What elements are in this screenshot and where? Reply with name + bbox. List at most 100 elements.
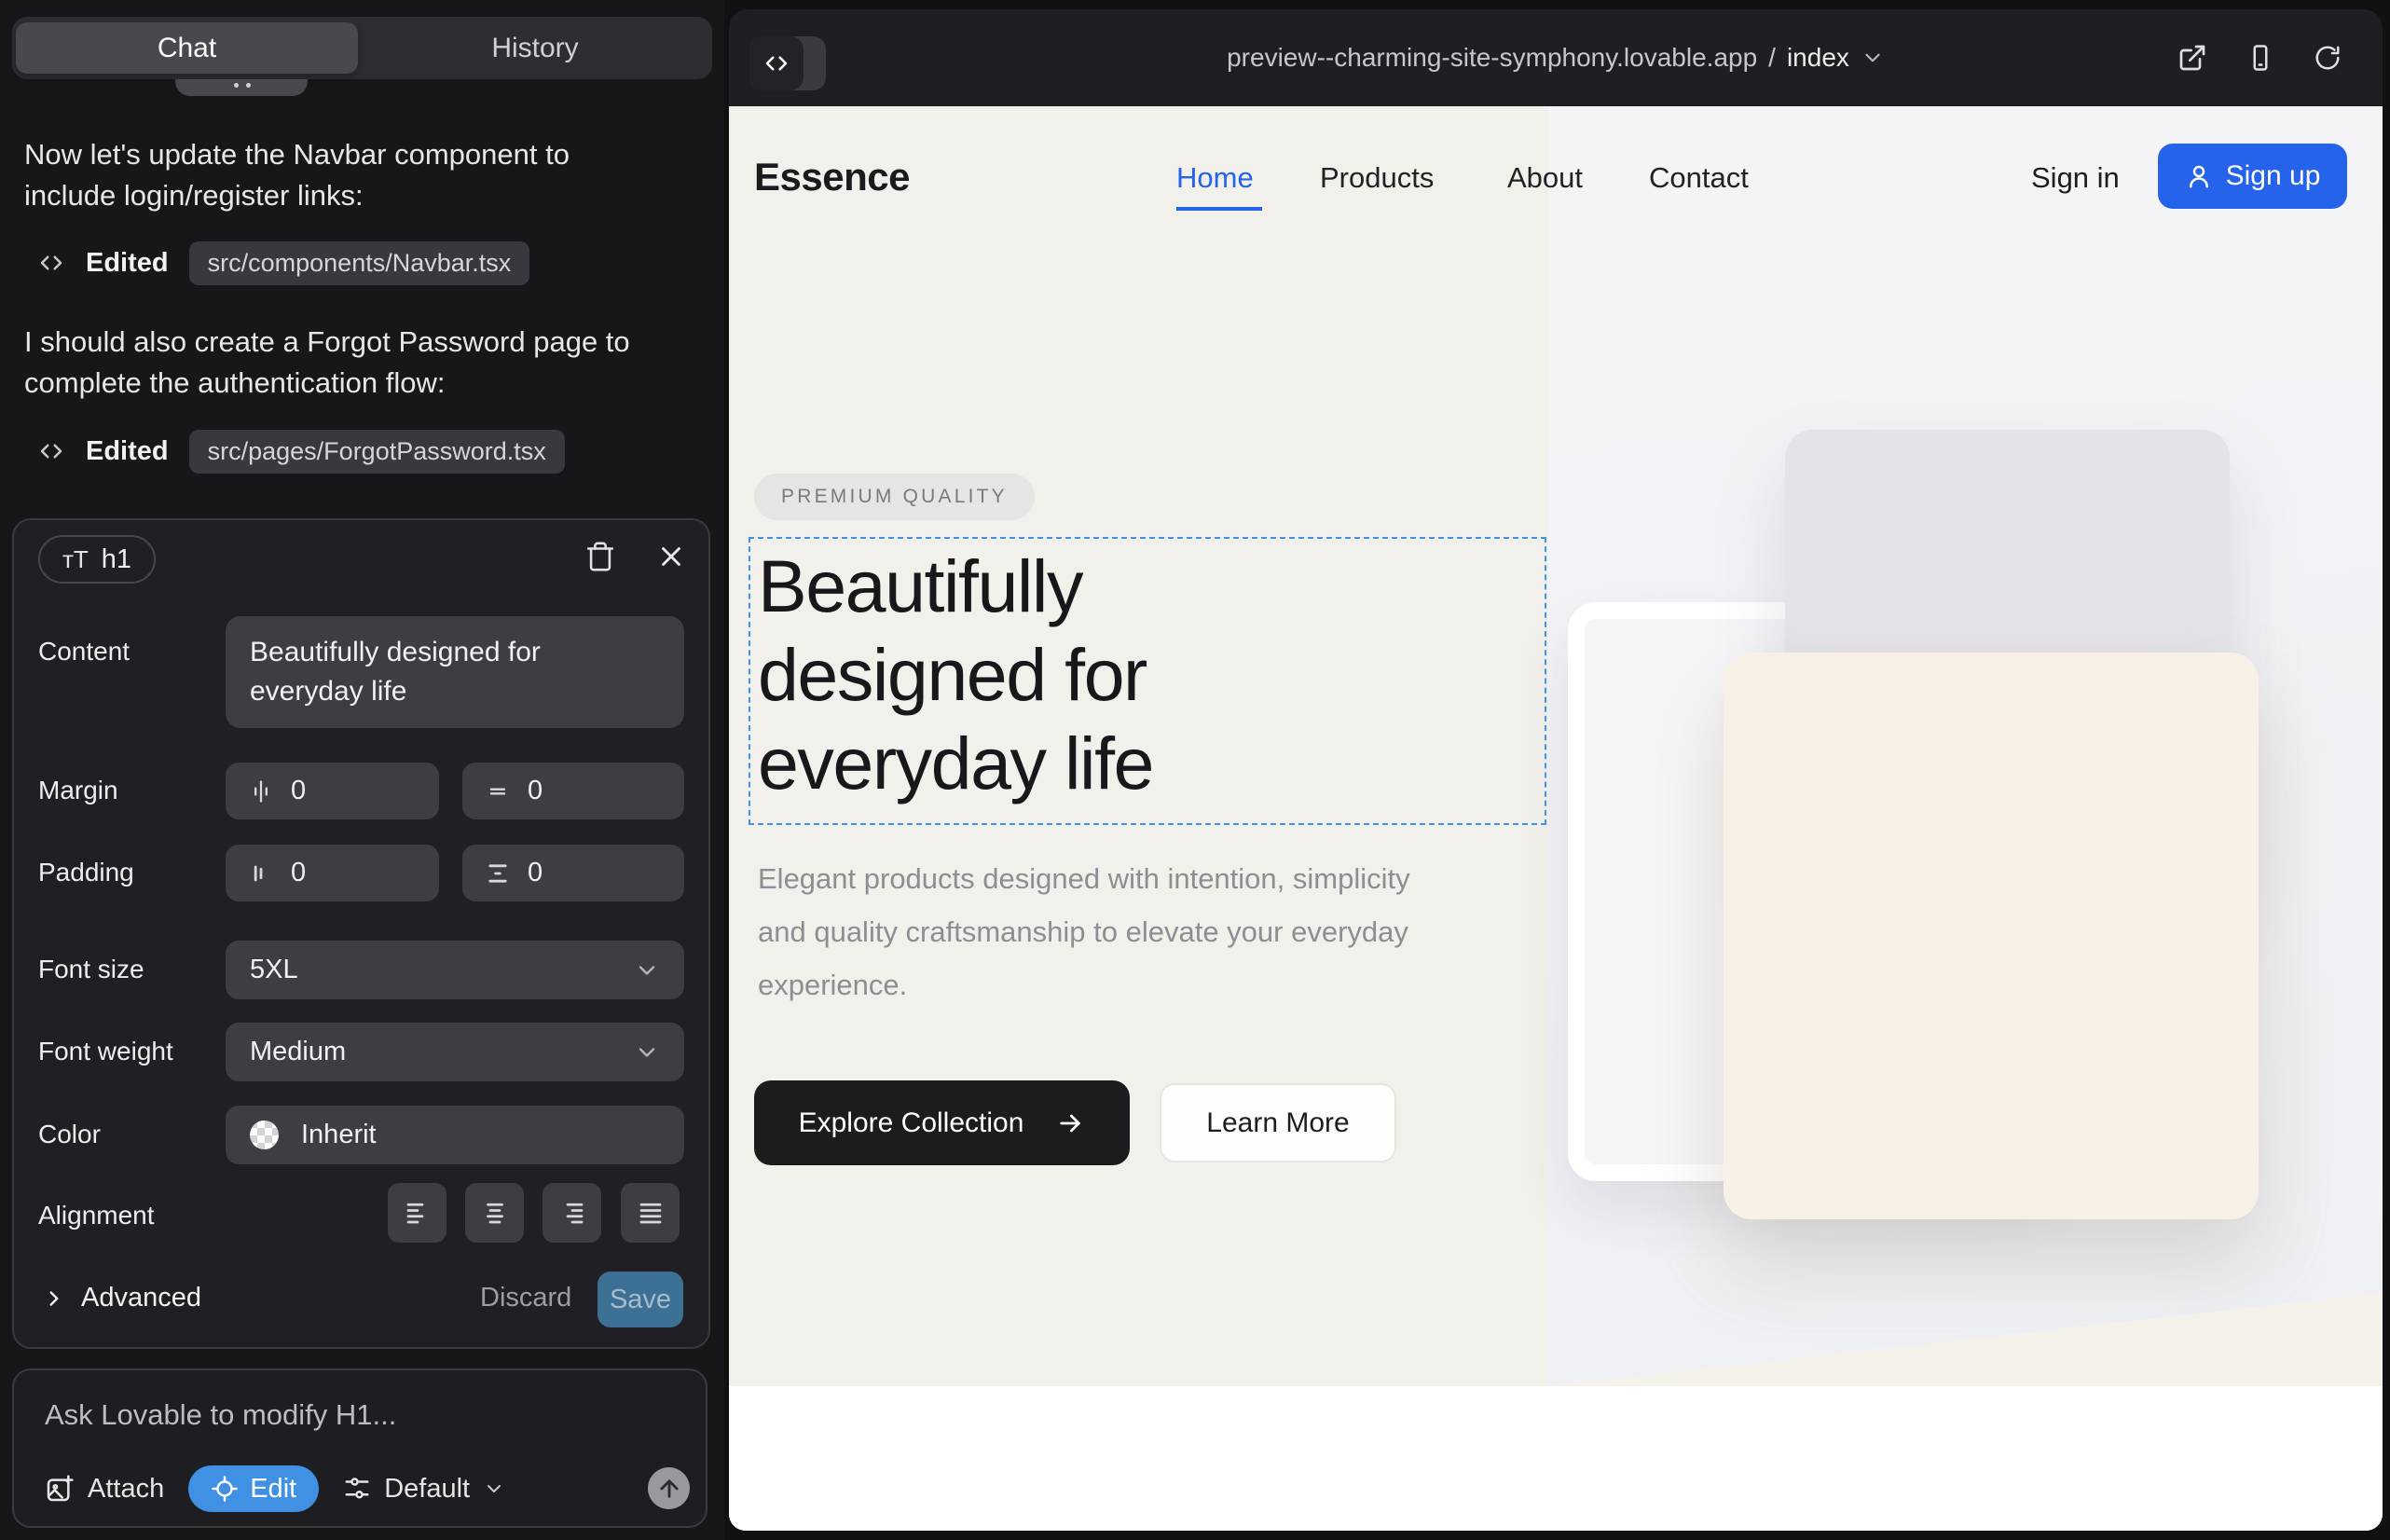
font-size-value: 5XL bbox=[250, 955, 298, 985]
align-justify-icon bbox=[637, 1199, 665, 1227]
sign-up-label: Sign up bbox=[2226, 160, 2321, 192]
align-right-button[interactable] bbox=[543, 1183, 601, 1243]
cta-primary-label: Explore Collection bbox=[799, 1107, 1024, 1139]
prompt-composer: Attach Edit Default bbox=[12, 1368, 707, 1528]
margin-x-field[interactable] bbox=[226, 763, 439, 819]
padding-x-field[interactable] bbox=[226, 845, 439, 901]
url-separator: / bbox=[1768, 43, 1776, 73]
hero-section: Essence Home Products About Contact Sign… bbox=[729, 106, 2383, 1386]
code-icon bbox=[37, 437, 65, 465]
element-tag-label: h1 bbox=[102, 544, 131, 575]
chat-panel: Chat History Now let's update the Navbar… bbox=[0, 0, 724, 1540]
font-weight-select[interactable]: Medium bbox=[226, 1023, 684, 1081]
next-page-section bbox=[729, 1386, 2383, 1531]
save-button[interactable]: Save bbox=[598, 1272, 683, 1327]
image-plus-icon bbox=[45, 1474, 75, 1504]
chat-message: I should also create a Forgot Password p… bbox=[24, 322, 658, 404]
code-icon bbox=[762, 49, 790, 77]
chat-history-tabs: Chat History bbox=[12, 17, 712, 79]
padding-y-field[interactable] bbox=[462, 845, 684, 901]
align-left-icon bbox=[404, 1199, 432, 1227]
url-host: preview--charming-site-symphony.lovable.… bbox=[1227, 43, 1757, 73]
type-icon: тT bbox=[62, 545, 89, 574]
margin-horizontal-icon bbox=[248, 778, 274, 804]
chevron-right-icon bbox=[42, 1286, 66, 1311]
explore-collection-button[interactable]: Explore Collection bbox=[754, 1080, 1130, 1165]
send-button[interactable] bbox=[648, 1467, 690, 1509]
tab-history[interactable]: History bbox=[358, 17, 712, 79]
attach-button[interactable]: Attach bbox=[45, 1474, 164, 1505]
url-bar[interactable]: preview--charming-site-symphony.lovable.… bbox=[996, 9, 2115, 106]
premium-quality-badge: PREMIUM QUALITY bbox=[754, 474, 1035, 520]
open-external-button[interactable] bbox=[2177, 43, 2207, 73]
site-logo[interactable]: Essence bbox=[754, 155, 910, 199]
prompt-input[interactable] bbox=[45, 1398, 669, 1432]
align-center-button[interactable] bbox=[465, 1183, 524, 1243]
edited-label: Edited bbox=[86, 436, 169, 467]
padding-x-input[interactable] bbox=[291, 858, 347, 888]
nav-link-products[interactable]: Products bbox=[1320, 161, 1434, 195]
hero-heading[interactable]: Beautifully designed for everyday life bbox=[758, 542, 1153, 807]
close-icon[interactable] bbox=[655, 541, 687, 572]
code-view-segment[interactable] bbox=[749, 36, 804, 90]
nav-link-home[interactable]: Home bbox=[1176, 161, 1254, 195]
mode-selector[interactable]: Default bbox=[343, 1474, 505, 1505]
chevron-down-icon[interactable] bbox=[1861, 46, 1885, 70]
chat-message: Now let's update the Navbar component to… bbox=[24, 134, 658, 216]
site-navbar: Essence Home Products About Contact Sign… bbox=[729, 106, 2383, 246]
sign-in-link[interactable]: Sign in bbox=[2031, 161, 2120, 195]
margin-y-input[interactable] bbox=[528, 776, 584, 806]
scrolled-chip[interactable] bbox=[175, 79, 308, 96]
margin-label: Margin bbox=[38, 776, 118, 805]
refresh-button[interactable] bbox=[2314, 44, 2342, 72]
arrow-right-icon bbox=[1055, 1108, 1085, 1138]
code-preview-toggle[interactable] bbox=[749, 36, 826, 90]
nav-link-contact[interactable]: Contact bbox=[1649, 161, 1749, 195]
edit-mode-pill[interactable]: Edit bbox=[188, 1465, 319, 1512]
align-center-icon bbox=[481, 1199, 509, 1227]
hero-heading-line: Beautifully bbox=[758, 542, 1153, 630]
edited-file-row[interactable]: Edited src/components/Navbar.tsx bbox=[37, 241, 529, 285]
url-page[interactable]: index bbox=[1787, 43, 1849, 73]
margin-y-field[interactable] bbox=[462, 763, 684, 819]
file-chip[interactable]: src/pages/ForgotPassword.tsx bbox=[189, 430, 565, 474]
align-justify-button[interactable] bbox=[621, 1183, 680, 1243]
tab-chat[interactable]: Chat bbox=[16, 22, 358, 74]
mode-label: Default bbox=[384, 1474, 470, 1505]
advanced-toggle[interactable]: Advanced bbox=[42, 1283, 201, 1313]
align-left-button[interactable] bbox=[388, 1183, 446, 1243]
chevron-down-icon bbox=[634, 957, 660, 983]
alignment-label: Alignment bbox=[38, 1201, 155, 1231]
hero-heading-line: everyday life bbox=[758, 719, 1153, 807]
color-value: Inherit bbox=[301, 1120, 377, 1150]
margin-x-input[interactable] bbox=[291, 776, 347, 806]
active-nav-underline bbox=[1176, 207, 1262, 211]
selected-element-tag[interactable]: тT h1 bbox=[38, 535, 156, 584]
file-chip[interactable]: src/components/Navbar.tsx bbox=[189, 241, 530, 285]
crosshair-icon bbox=[211, 1475, 239, 1503]
content-textarea[interactable]: Beautifully designed for everyday life bbox=[226, 616, 684, 728]
padding-horizontal-icon bbox=[248, 860, 274, 887]
padding-y-input[interactable] bbox=[528, 858, 584, 888]
sign-up-button[interactable]: Sign up bbox=[2158, 144, 2347, 209]
edited-label: Edited bbox=[86, 248, 169, 279]
chevron-down-icon bbox=[634, 1039, 660, 1066]
learn-more-button[interactable]: Learn More bbox=[1160, 1083, 1396, 1162]
browser-chrome-bar: preview--charming-site-symphony.lovable.… bbox=[729, 9, 2383, 106]
preview-browser-window: preview--charming-site-symphony.lovable.… bbox=[729, 9, 2383, 1531]
font-size-select[interactable]: 5XL bbox=[226, 941, 684, 999]
delete-element-button[interactable] bbox=[584, 541, 616, 572]
color-select[interactable]: Inherit bbox=[226, 1106, 684, 1164]
content-label: Content bbox=[38, 637, 130, 667]
edit-label: Edit bbox=[250, 1474, 296, 1505]
nav-link-about[interactable]: About bbox=[1507, 161, 1583, 195]
font-weight-value: Medium bbox=[250, 1037, 346, 1067]
padding-label: Padding bbox=[38, 858, 134, 887]
color-label: Color bbox=[38, 1120, 101, 1149]
advanced-label: Advanced bbox=[81, 1283, 201, 1313]
edited-file-row[interactable]: Edited src/pages/ForgotPassword.tsx bbox=[37, 429, 565, 474]
discard-button[interactable]: Discard bbox=[480, 1283, 571, 1313]
font-size-label: Font size bbox=[38, 955, 144, 984]
mobile-preview-button[interactable] bbox=[2246, 44, 2274, 72]
chevron-down-icon bbox=[483, 1478, 505, 1500]
